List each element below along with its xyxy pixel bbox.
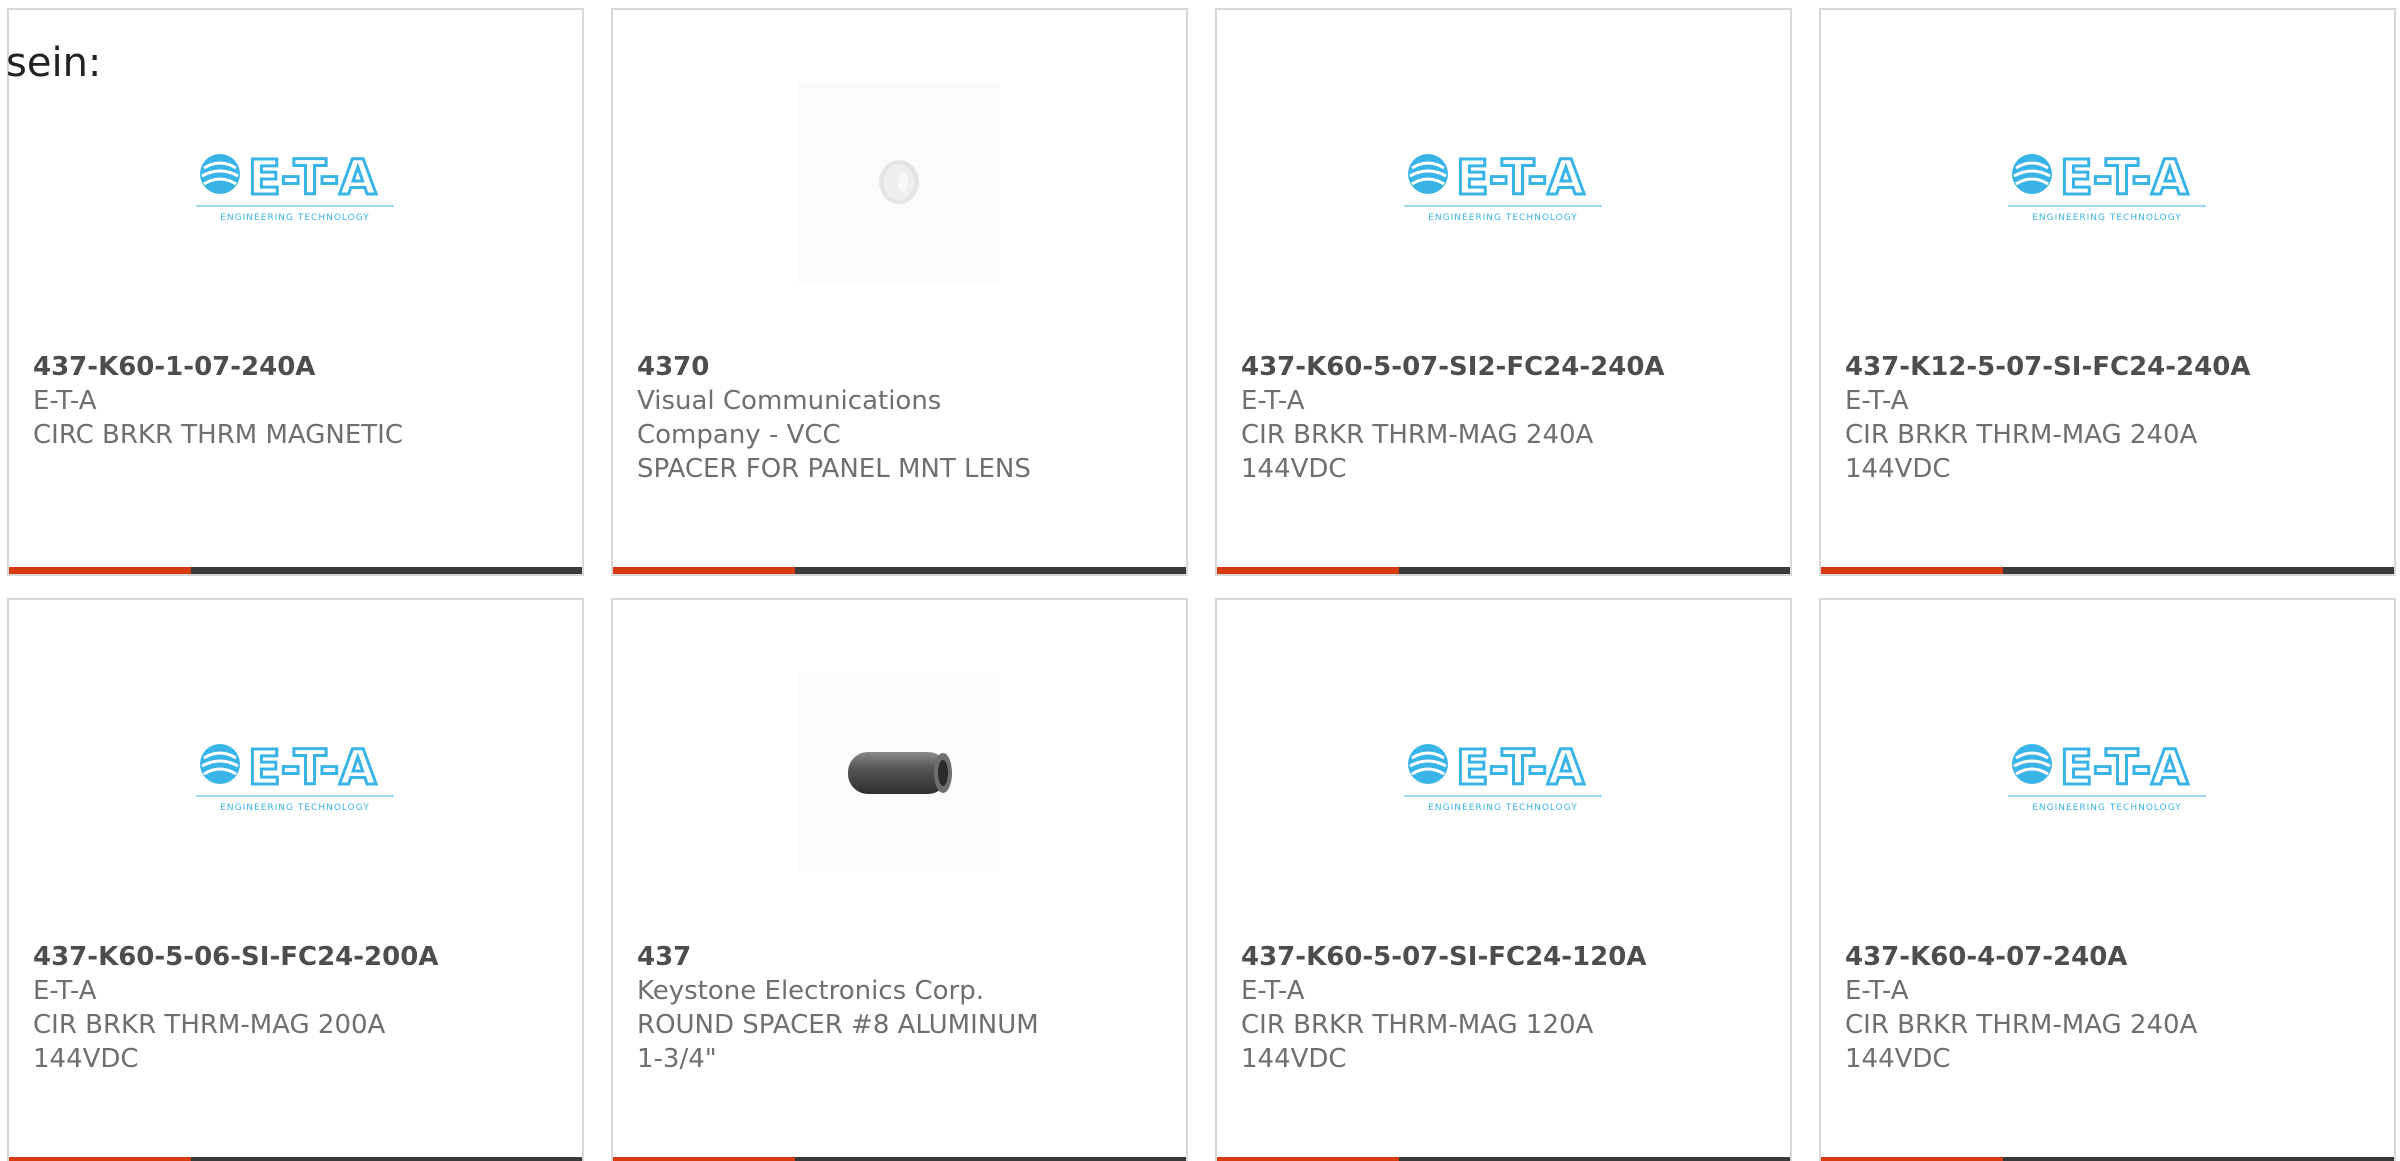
svg-text:ENGINEERING TECHNOLOGY: ENGINEERING TECHNOLOGY [2032,213,2181,223]
product-card[interactable]: 437 Keystone Electronics Corp. ROUND SPA… [611,598,1188,1161]
part-number[interactable]: 437-K60-4-07-240A [1845,940,2370,974]
eta-logo-image: E-T-A ENGINEERING TECHNOLOGY [194,82,396,282]
description: CIRC BRKR THRM MAGNETIC [33,420,403,450]
intro-text: sein: [6,40,102,86]
description: CIR BRKR THRM-MAG 240A 144VDC [1845,420,2198,484]
eta-logo-image: E-T-A ENGINEERING TECHNOLOGY [2006,82,2208,282]
card-bottom-bar [9,567,582,574]
product-card[interactable]: 4370 Visual Communications Company - VCC… [611,8,1188,576]
svg-text:E-T-A: E-T-A [2060,740,2188,796]
part-number[interactable]: 437-K60-5-07-SI2-FC24-240A [1241,350,1766,384]
card-bottom-bar [1217,1157,1790,1161]
white-spacer-image [798,82,1000,282]
svg-text:ENGINEERING TECHNOLOGY: ENGINEERING TECHNOLOGY [2032,803,2181,813]
product-card[interactable]: E-T-A ENGINEERING TECHNOLOGY 437-K12-5-0… [1819,8,2396,576]
description: ROUND SPACER #8 ALUMINUM 1-3/4" [637,1010,1039,1074]
eta-logo-image: E-T-A ENGINEERING TECHNOLOGY [1402,82,1604,282]
svg-text:E-T-A: E-T-A [248,740,376,796]
svg-text:E-T-A: E-T-A [1456,150,1584,206]
manufacturer: E-T-A [1845,386,1909,416]
manufacturer: E-T-A [1845,976,1909,1006]
product-card[interactable]: E-T-A ENGINEERING TECHNOLOGY 437-K60-4-0… [1819,598,2396,1161]
product-grid-page: sein: E-T-A ENGINEERING TECHNOLOGY 437-K… [0,0,2400,1161]
card-bottom-bar [9,1157,582,1161]
manufacturer: E-T-A [1241,976,1305,1006]
description: CIR BRKR THRM-MAG 120A 144VDC [1241,1010,1594,1074]
svg-text:ENGINEERING TECHNOLOGY: ENGINEERING TECHNOLOGY [1428,803,1577,813]
svg-text:ENGINEERING TECHNOLOGY: ENGINEERING TECHNOLOGY [220,213,369,223]
eta-logo-image: E-T-A ENGINEERING TECHNOLOGY [2006,672,2208,872]
manufacturer: Visual Communications Company - VCC [637,386,942,450]
manufacturer: E-T-A [33,386,97,416]
svg-text:E-T-A: E-T-A [248,150,376,206]
manufacturer: E-T-A [33,976,97,1006]
svg-text:ENGINEERING TECHNOLOGY: ENGINEERING TECHNOLOGY [220,803,369,813]
manufacturer: Keystone Electronics Corp. [637,976,985,1006]
product-card[interactable]: E-T-A ENGINEERING TECHNOLOGY 437-K60-5-0… [1215,598,1792,1161]
description: CIR BRKR THRM-MAG 240A 144VDC [1241,420,1594,484]
card-bottom-bar [1217,567,1790,574]
svg-text:ENGINEERING TECHNOLOGY: ENGINEERING TECHNOLOGY [1428,213,1577,223]
part-number[interactable]: 437-K60-5-06-SI-FC24-200A [33,940,558,974]
part-number[interactable]: 437-K60-5-07-SI-FC24-120A [1241,940,1766,974]
product-card[interactable]: E-T-A ENGINEERING TECHNOLOGY 437-K60-5-0… [7,598,584,1161]
svg-text:E-T-A: E-T-A [1456,740,1584,796]
product-card[interactable]: E-T-A ENGINEERING TECHNOLOGY 437-K60-1-0… [7,8,584,576]
part-number[interactable]: 437-K60-1-07-240A [33,350,558,384]
svg-text:E-T-A: E-T-A [2060,150,2188,206]
card-bottom-bar [1821,1157,2394,1161]
description: CIR BRKR THRM-MAG 200A 144VDC [33,1010,386,1074]
description: SPACER FOR PANEL MNT LENS [637,454,1031,484]
card-bottom-bar [613,1157,1186,1161]
card-bottom-bar [613,567,1186,574]
part-number[interactable]: 4370 [637,350,1162,384]
product-card[interactable]: E-T-A ENGINEERING TECHNOLOGY 437-K60-5-0… [1215,8,1792,576]
eta-logo-image: E-T-A ENGINEERING TECHNOLOGY [1402,672,1604,872]
part-number[interactable]: 437-K12-5-07-SI-FC24-240A [1845,350,2370,384]
description: CIR BRKR THRM-MAG 240A 144VDC [1845,1010,2198,1074]
manufacturer: E-T-A [1241,386,1305,416]
part-number[interactable]: 437 [637,940,1162,974]
card-bottom-bar [1821,567,2394,574]
aluminum-spacer-image [798,672,1000,872]
eta-logo-image: E-T-A ENGINEERING TECHNOLOGY [194,672,396,872]
